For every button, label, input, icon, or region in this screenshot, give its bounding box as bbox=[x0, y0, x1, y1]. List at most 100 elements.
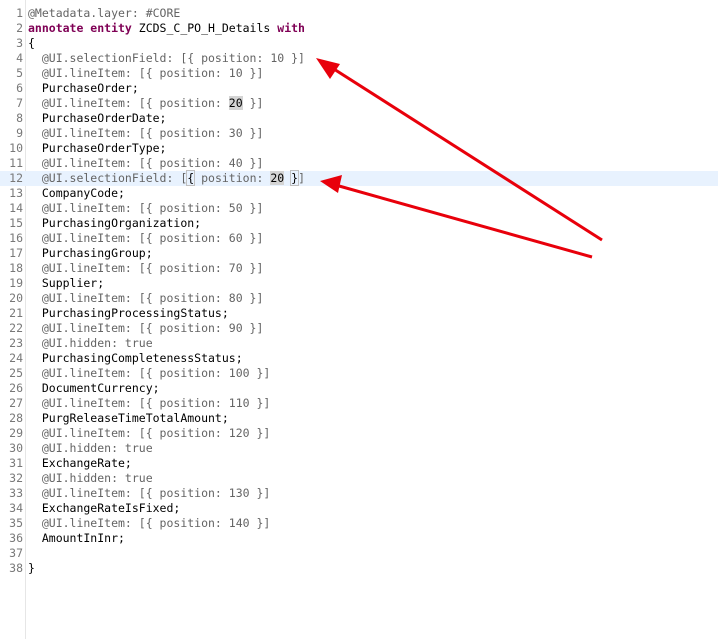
code-line[interactable]: 35 @UI.lineItem: [{ position: 140 }] bbox=[0, 516, 718, 531]
code-token: PurchasingProcessingStatus; bbox=[28, 306, 229, 320]
code-text: CompanyCode; bbox=[28, 186, 125, 201]
code-line[interactable]: 21 PurchasingProcessingStatus; bbox=[0, 306, 718, 321]
code-line[interactable]: 1 @Metadata.layer: #CORE bbox=[0, 6, 718, 21]
code-line[interactable]: 31 ExchangeRate; bbox=[0, 456, 718, 471]
code-token: PurgReleaseTimeTotalAmount; bbox=[28, 411, 229, 425]
code-token: ] bbox=[298, 171, 306, 185]
code-line[interactable]: 34 ExchangeRateIsFixed; bbox=[0, 501, 718, 516]
code-token: 20 bbox=[228, 96, 243, 110]
code-text: } bbox=[28, 561, 35, 576]
code-token: @UI.lineItem: [{ position: 130 }] bbox=[28, 486, 271, 500]
code-line[interactable]: 12 @UI.selectionField: [{ position: 20 }… bbox=[0, 170, 718, 186]
code-token: @UI.hidden: true bbox=[28, 441, 153, 455]
code-line[interactable]: 7 @UI.lineItem: [{ position: 20 }] bbox=[0, 96, 718, 111]
code-line[interactable]: 13 CompanyCode; bbox=[0, 186, 718, 201]
code-line[interactable]: 23 @UI.hidden: true bbox=[0, 336, 718, 351]
code-editor[interactable]: 1 @Metadata.layer: #CORE 2 annotate entity … bbox=[0, 0, 718, 639]
code-line[interactable]: 6 PurchaseOrder; bbox=[0, 81, 718, 96]
code-text: DocumentCurrency; bbox=[28, 381, 160, 396]
code-token: ZCDS_C_PO_H_Details bbox=[138, 21, 271, 35]
code-line[interactable]: 11 @UI.lineItem: [{ position: 40 }] bbox=[0, 156, 718, 171]
code-token: ExchangeRateIsFixed; bbox=[28, 501, 181, 515]
code-text: @UI.hidden: true bbox=[28, 336, 153, 351]
code-line[interactable]: 22 @UI.lineItem: [{ position: 90 }] bbox=[0, 321, 718, 336]
line-number: 3 bbox=[16, 36, 23, 50]
line-number: 24 bbox=[9, 351, 23, 365]
code-line[interactable]: 2 annotate entity ZCDS_C_PO_H_Details wit… bbox=[0, 21, 718, 36]
line-number: 2 bbox=[16, 21, 23, 35]
line-number: 23 bbox=[9, 336, 23, 350]
code-text: PurchasingCompletenessStatus; bbox=[28, 351, 243, 366]
code-text: @UI.selectionField: [{ position: 20 }] bbox=[28, 170, 306, 186]
code-line[interactable]: 18 @UI.lineItem: [{ position: 70 }] bbox=[0, 261, 718, 276]
code-text: @UI.lineItem: [{ position: 130 }] bbox=[28, 486, 270, 501]
code-text: @UI.lineItem: [{ position: 40 }] bbox=[28, 156, 264, 171]
line-number: 38 bbox=[9, 561, 23, 575]
code-text: annotate entity ZCDS_C_PO_H_Details with bbox=[28, 21, 305, 36]
line-number: 25 bbox=[9, 366, 23, 380]
code-line[interactable]: 32 @UI.hidden: true bbox=[0, 471, 718, 486]
code-token: PurchaseOrder; bbox=[28, 81, 139, 95]
code-line[interactable]: 9 @UI.lineItem: [{ position: 30 }] bbox=[0, 126, 718, 141]
code-line[interactable]: 8 PurchaseOrderDate; bbox=[0, 111, 718, 126]
code-line[interactable]: 24 PurchasingCompletenessStatus; bbox=[0, 351, 718, 366]
code-text: { bbox=[28, 36, 35, 51]
line-number: 14 bbox=[9, 201, 23, 215]
code-line[interactable]: 28 PurgReleaseTimeTotalAmount; bbox=[0, 411, 718, 426]
line-number: 32 bbox=[9, 471, 23, 485]
line-number: 6 bbox=[16, 81, 23, 95]
code-token: @UI.lineItem: [{ position: 30 }] bbox=[28, 126, 264, 140]
code-text: @Metadata.layer: #CORE bbox=[28, 6, 180, 21]
code-text: @UI.hidden: true bbox=[28, 441, 153, 456]
line-number: 5 bbox=[16, 66, 23, 80]
line-number: 36 bbox=[9, 531, 23, 545]
code-token: position: bbox=[194, 171, 271, 185]
code-line[interactable]: 36 AmountInInr; bbox=[0, 531, 718, 546]
code-line[interactable]: 29 @UI.lineItem: [{ position: 120 }] bbox=[0, 426, 718, 441]
code-line[interactable]: 30 @UI.hidden: true bbox=[0, 441, 718, 456]
code-token: @Metadata.layer: #CORE bbox=[28, 6, 181, 20]
code-token: { bbox=[28, 36, 35, 50]
code-text: PurchaseOrderType; bbox=[28, 141, 167, 156]
code-token: PurchaseOrderType; bbox=[28, 141, 167, 155]
code-token: PurchasingGroup; bbox=[28, 246, 153, 260]
code-line[interactable]: 37 bbox=[0, 546, 718, 561]
line-number: 15 bbox=[9, 216, 23, 230]
code-line[interactable]: 38} bbox=[0, 561, 718, 576]
code-line[interactable]: 20 @UI.lineItem: [{ position: 80 }] bbox=[0, 291, 718, 306]
code-line[interactable]: 17 PurchasingGroup; bbox=[0, 246, 718, 261]
code-line[interactable]: 19 Supplier; bbox=[0, 276, 718, 291]
code-token: @UI.lineItem: [{ position: 140 }] bbox=[28, 516, 271, 530]
code-token: DocumentCurrency; bbox=[28, 381, 160, 395]
code-line[interactable]: 33 @UI.lineItem: [{ position: 130 }] bbox=[0, 486, 718, 501]
code-token: @UI.hidden: true bbox=[28, 471, 153, 485]
code-line[interactable]: 10 PurchaseOrderType; bbox=[0, 141, 718, 156]
line-number: 30 bbox=[9, 441, 23, 455]
line-number: 13 bbox=[9, 186, 23, 200]
code-text: @UI.lineItem: [{ position: 70 }] bbox=[28, 261, 264, 276]
code-line[interactable]: 15 PurchasingOrganization; bbox=[0, 216, 718, 231]
code-line[interactable]: 3{ bbox=[0, 36, 718, 51]
line-number: 37 bbox=[9, 546, 23, 560]
code-line[interactable]: 5 @UI.lineItem: [{ position: 10 }] bbox=[0, 66, 718, 81]
line-number: 27 bbox=[9, 396, 23, 410]
code-token: @UI.hidden: true bbox=[28, 336, 153, 350]
code-text: @UI.lineItem: [{ position: 30 }] bbox=[28, 126, 264, 141]
code-line[interactable]: 25 @UI.lineItem: [{ position: 100 }] bbox=[0, 366, 718, 381]
code-token: @UI.lineItem: [{ position: 80 }] bbox=[28, 291, 264, 305]
code-line[interactable]: 16 @UI.lineItem: [{ position: 60 }] bbox=[0, 231, 718, 246]
code-line[interactable]: 26 DocumentCurrency; bbox=[0, 381, 718, 396]
code-token: @UI.lineItem: [{ position: bbox=[28, 96, 229, 110]
line-number: 20 bbox=[9, 291, 23, 305]
code-text: AmountInInr; bbox=[28, 531, 125, 546]
code-line[interactable]: 4 @UI.selectionField: [{ position: 10 }] bbox=[0, 51, 718, 66]
line-number: 21 bbox=[9, 306, 23, 320]
code-token: @UI.lineItem: [{ position: 50 }] bbox=[28, 201, 264, 215]
line-number: 22 bbox=[9, 321, 23, 335]
code-text: @UI.hidden: true bbox=[28, 471, 153, 486]
code-token: @UI.lineItem: [{ position: 60 }] bbox=[28, 231, 264, 245]
line-number: 28 bbox=[9, 411, 23, 425]
line-number: 33 bbox=[9, 486, 23, 500]
code-line[interactable]: 27 @UI.lineItem: [{ position: 110 }] bbox=[0, 396, 718, 411]
code-line[interactable]: 14 @UI.lineItem: [{ position: 50 }] bbox=[0, 201, 718, 216]
